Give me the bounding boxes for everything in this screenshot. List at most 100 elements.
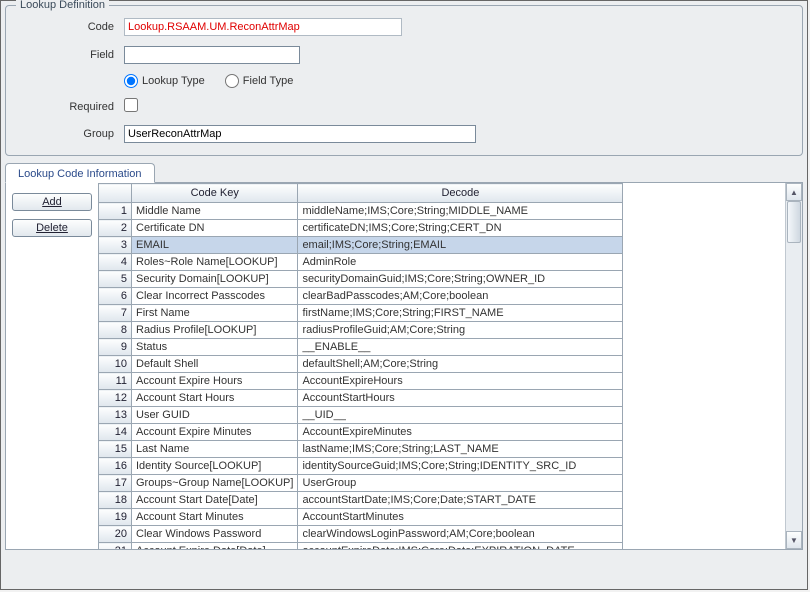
header-rownum[interactable] xyxy=(99,184,132,203)
scroll-thumb[interactable] xyxy=(787,201,801,243)
code-input[interactable] xyxy=(124,18,402,36)
table-row[interactable]: 9Status__ENABLE__ xyxy=(99,339,623,356)
header-decode[interactable]: Decode xyxy=(298,184,623,203)
row-number[interactable]: 4 xyxy=(99,254,132,271)
lookup-type-radio-item[interactable]: Lookup Type xyxy=(124,74,205,88)
cell-decode[interactable]: middleName;IMS;Core;String;MIDDLE_NAME xyxy=(298,203,623,220)
add-button[interactable]: Add xyxy=(12,193,92,211)
table-row[interactable]: 6Clear Incorrect PasscodesclearBadPassco… xyxy=(99,288,623,305)
cell-decode[interactable]: securityDomainGuid;IMS;Core;String;OWNER… xyxy=(298,271,623,288)
cell-code-key[interactable]: Clear Windows Password xyxy=(132,526,298,543)
cell-code-key[interactable]: Roles~Role Name[LOOKUP] xyxy=(132,254,298,271)
row-number[interactable]: 21 xyxy=(99,543,132,550)
cell-decode[interactable]: AccountExpireHours xyxy=(298,373,623,390)
cell-decode[interactable]: identitySourceGuid;IMS;Core;String;IDENT… xyxy=(298,458,623,475)
table-row[interactable]: 2Certificate DNcertificateDN;IMS;Core;St… xyxy=(99,220,623,237)
table-row[interactable]: 8Radius Profile[LOOKUP]radiusProfileGuid… xyxy=(99,322,623,339)
field-type-radio-item[interactable]: Field Type xyxy=(225,74,294,88)
delete-button[interactable]: Delete xyxy=(12,219,92,237)
cell-decode[interactable]: email;IMS;Core;String;EMAIL xyxy=(298,237,623,254)
row-number[interactable]: 3 xyxy=(99,237,132,254)
lookup-table-scroll[interactable]: Code Key Decode 1Middle NamemiddleName;I… xyxy=(98,183,623,549)
cell-decode[interactable]: UserGroup xyxy=(298,475,623,492)
row-number[interactable]: 8 xyxy=(99,322,132,339)
row-number[interactable]: 14 xyxy=(99,424,132,441)
scroll-down-icon[interactable]: ▼ xyxy=(786,531,802,549)
cell-code-key[interactable]: Clear Incorrect Passcodes xyxy=(132,288,298,305)
row-number[interactable]: 13 xyxy=(99,407,132,424)
table-row[interactable]: 5Security Domain[LOOKUP]securityDomainGu… xyxy=(99,271,623,288)
row-number[interactable]: 6 xyxy=(99,288,132,305)
cell-code-key[interactable]: Status xyxy=(132,339,298,356)
table-row[interactable]: 1Middle NamemiddleName;IMS;Core;String;M… xyxy=(99,203,623,220)
cell-decode[interactable]: accountStartDate;IMS;Core;Date;START_DAT… xyxy=(298,492,623,509)
cell-decode[interactable]: __UID__ xyxy=(298,407,623,424)
row-number[interactable]: 18 xyxy=(99,492,132,509)
table-row[interactable]: 4Roles~Role Name[LOOKUP]AdminRole xyxy=(99,254,623,271)
cell-decode[interactable]: defaultShell;AM;Core;String xyxy=(298,356,623,373)
cell-decode[interactable]: radiusProfileGuid;AM;Core;String xyxy=(298,322,623,339)
table-row[interactable]: 16Identity Source[LOOKUP]identitySourceG… xyxy=(99,458,623,475)
row-number[interactable]: 19 xyxy=(99,509,132,526)
table-row[interactable]: 18Account Start Date[Date]accountStartDa… xyxy=(99,492,623,509)
cell-decode[interactable]: AccountStartMinutes xyxy=(298,509,623,526)
row-number[interactable]: 5 xyxy=(99,271,132,288)
row-number[interactable]: 20 xyxy=(99,526,132,543)
required-checkbox[interactable] xyxy=(124,98,138,112)
cell-code-key[interactable]: Radius Profile[LOOKUP] xyxy=(132,322,298,339)
table-row[interactable]: 15Last NamelastName;IMS;Core;String;LAST… xyxy=(99,441,623,458)
scroll-track[interactable] xyxy=(786,201,802,531)
table-row[interactable]: 7First NamefirstName;IMS;Core;String;FIR… xyxy=(99,305,623,322)
group-input[interactable] xyxy=(124,125,476,143)
table-row[interactable]: 19Account Start MinutesAccountStartMinut… xyxy=(99,509,623,526)
row-number[interactable]: 9 xyxy=(99,339,132,356)
cell-decode[interactable]: clearWindowsLoginPassword;AM;Core;boolea… xyxy=(298,526,623,543)
row-number[interactable]: 2 xyxy=(99,220,132,237)
table-row[interactable]: 17Groups~Group Name[LOOKUP]UserGroup xyxy=(99,475,623,492)
table-row[interactable]: 3EMAILemail;IMS;Core;String;EMAIL xyxy=(99,237,623,254)
tab-lookup-code-info[interactable]: Lookup Code Information xyxy=(5,163,155,183)
cell-code-key[interactable]: Account Expire Date[Date] xyxy=(132,543,298,550)
row-number[interactable]: 16 xyxy=(99,458,132,475)
table-row[interactable]: 12Account Start HoursAccountStartHours xyxy=(99,390,623,407)
row-number[interactable]: 10 xyxy=(99,356,132,373)
cell-code-key[interactable]: Groups~Group Name[LOOKUP] xyxy=(132,475,298,492)
row-number[interactable]: 12 xyxy=(99,390,132,407)
row-number[interactable]: 7 xyxy=(99,305,132,322)
cell-decode[interactable]: firstName;IMS;Core;String;FIRST_NAME xyxy=(298,305,623,322)
cell-decode[interactable]: accountExpireDate;IMS;Core;Date;EXPIRATI… xyxy=(298,543,623,550)
cell-code-key[interactable]: First Name xyxy=(132,305,298,322)
scroll-up-icon[interactable]: ▲ xyxy=(786,183,802,201)
table-row[interactable]: 13User GUID__UID__ xyxy=(99,407,623,424)
cell-decode[interactable]: lastName;IMS;Core;String;LAST_NAME xyxy=(298,441,623,458)
cell-decode[interactable]: clearBadPasscodes;AM;Core;boolean xyxy=(298,288,623,305)
cell-code-key[interactable]: Certificate DN xyxy=(132,220,298,237)
row-number[interactable]: 15 xyxy=(99,441,132,458)
header-code-key[interactable]: Code Key xyxy=(132,184,298,203)
row-number[interactable]: 17 xyxy=(99,475,132,492)
row-number[interactable]: 11 xyxy=(99,373,132,390)
table-row[interactable]: 20Clear Windows PasswordclearWindowsLogi… xyxy=(99,526,623,543)
table-row[interactable]: 11Account Expire HoursAccountExpireHours xyxy=(99,373,623,390)
cell-decode[interactable]: AccountStartHours xyxy=(298,390,623,407)
cell-decode[interactable]: __ENABLE__ xyxy=(298,339,623,356)
field-input[interactable] xyxy=(124,46,300,64)
lookup-type-radio[interactable] xyxy=(124,74,138,88)
cell-code-key[interactable]: Default Shell xyxy=(132,356,298,373)
cell-code-key[interactable]: Account Expire Hours xyxy=(132,373,298,390)
table-row[interactable]: 14Account Expire MinutesAccountExpireMin… xyxy=(99,424,623,441)
cell-code-key[interactable]: Last Name xyxy=(132,441,298,458)
cell-decode[interactable]: AccountExpireMinutes xyxy=(298,424,623,441)
cell-code-key[interactable]: EMAIL xyxy=(132,237,298,254)
cell-code-key[interactable]: Security Domain[LOOKUP] xyxy=(132,271,298,288)
row-number[interactable]: 1 xyxy=(99,203,132,220)
table-row[interactable]: 21Account Expire Date[Date]accountExpire… xyxy=(99,543,623,550)
cell-code-key[interactable]: Account Expire Minutes xyxy=(132,424,298,441)
cell-code-key[interactable]: Middle Name xyxy=(132,203,298,220)
vertical-scrollbar[interactable]: ▲ ▼ xyxy=(785,183,802,549)
cell-code-key[interactable]: Account Start Hours xyxy=(132,390,298,407)
cell-code-key[interactable]: Account Start Minutes xyxy=(132,509,298,526)
field-type-radio[interactable] xyxy=(225,74,239,88)
cell-code-key[interactable]: Identity Source[LOOKUP] xyxy=(132,458,298,475)
table-row[interactable]: 10Default ShelldefaultShell;AM;Core;Stri… xyxy=(99,356,623,373)
